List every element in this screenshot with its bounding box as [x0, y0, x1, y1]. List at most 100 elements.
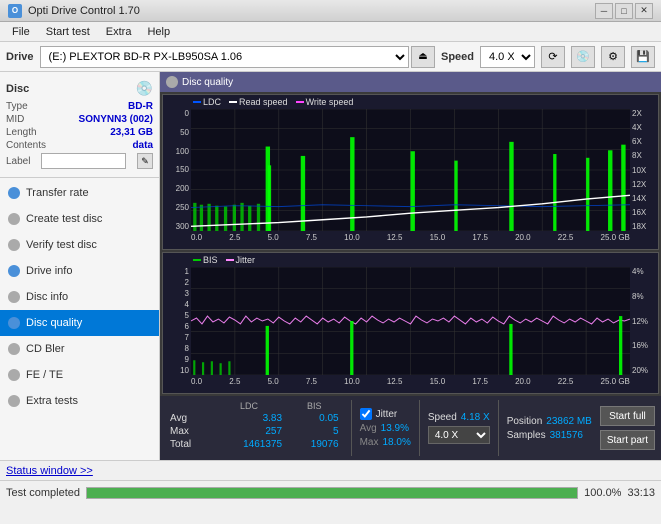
- menu-file[interactable]: File: [4, 24, 38, 40]
- speed-val: 4.18 X: [461, 412, 490, 423]
- disc-mid-val: SONYNN3 (002): [79, 114, 153, 125]
- sidebar: Disc 💿 Type BD-R MID SONYNN3 (002) Lengt…: [0, 72, 160, 460]
- disc-contents-key: Contents: [6, 140, 46, 151]
- status-window-button[interactable]: Status window >>: [6, 465, 93, 477]
- menu-help[interactable]: Help: [139, 24, 178, 40]
- sidebar-item-create-test-disc[interactable]: Create test disc: [0, 206, 159, 232]
- drive-info-icon: [8, 265, 20, 277]
- drive-select[interactable]: (E:) PLEXTOR BD-R PX-LB950SA 1.06: [40, 46, 409, 68]
- progress-bar-fill: [87, 488, 577, 498]
- jitter-checkbox[interactable]: [360, 408, 372, 420]
- max-ldc: 257: [212, 425, 286, 438]
- buttons-section: Start full Start part: [600, 400, 655, 456]
- maximize-button[interactable]: □: [615, 3, 633, 19]
- col-ldc: LDC: [212, 400, 286, 412]
- progress-percentage: 100.0%: [584, 487, 621, 499]
- disc-quality-label: Disc quality: [26, 317, 82, 329]
- disc-quality-icon: [8, 317, 20, 329]
- total-ldc: 1461375: [212, 438, 286, 451]
- drive-select-wrapper: (E:) PLEXTOR BD-R PX-LB950SA 1.06 ⏏: [40, 46, 435, 68]
- avg-ldc: 3.83: [212, 412, 286, 425]
- label-edit-button[interactable]: ✎: [137, 153, 153, 169]
- max-bis: 5: [286, 425, 343, 438]
- position-val: 23862 MB: [546, 416, 592, 427]
- top-chart-plot: [191, 109, 630, 231]
- disc-contents-row: Contents data: [6, 140, 153, 151]
- refresh-button[interactable]: ⟳: [541, 46, 565, 68]
- settings-button[interactable]: ⚙: [601, 46, 625, 68]
- fe-te-icon: [8, 369, 20, 381]
- disc-icon-btn[interactable]: 💿: [571, 46, 595, 68]
- save-button[interactable]: 💾: [631, 46, 655, 68]
- jitter-max-label: Max: [360, 437, 379, 448]
- position-section: Position 23862 MB Samples 381576: [498, 400, 592, 456]
- disc-mid-row: MID SONYNN3 (002): [6, 114, 153, 125]
- total-bis: 19076: [286, 438, 343, 451]
- main-layout: Disc 💿 Type BD-R MID SONYNN3 (002) Lengt…: [0, 72, 661, 460]
- sidebar-item-verify-test-disc[interactable]: Verify test disc: [0, 232, 159, 258]
- menu-extra[interactable]: Extra: [98, 24, 140, 40]
- total-label: Total: [166, 438, 212, 451]
- close-button[interactable]: ✕: [635, 3, 653, 19]
- eject-button[interactable]: ⏏: [411, 46, 435, 68]
- disc-label-key: Label: [6, 156, 30, 167]
- legend-bis: BIS: [193, 255, 218, 265]
- titlebar-controls: ─ □ ✕: [595, 3, 653, 19]
- avg-bis: 0.05: [286, 412, 343, 425]
- elapsed-time: 33:13: [627, 487, 655, 499]
- content-area: Disc quality LDC Read speed Wri: [160, 72, 661, 460]
- stats-total-row: Total 1461375 19076: [166, 438, 343, 451]
- status-text: Test completed: [6, 487, 80, 499]
- sidebar-item-cd-bler[interactable]: CD Bler: [0, 336, 159, 362]
- speed-select[interactable]: 4.0 X 2.0 X 8.0 X: [480, 46, 535, 68]
- start-full-button[interactable]: Start full: [600, 406, 655, 426]
- sidebar-nav: Transfer rate Create test disc Verify te…: [0, 178, 159, 416]
- minimize-button[interactable]: ─: [595, 3, 613, 19]
- sidebar-item-disc-quality[interactable]: Disc quality: [0, 310, 159, 336]
- sidebar-item-extra-tests[interactable]: Extra tests: [0, 388, 159, 414]
- cd-bler-icon: [8, 343, 20, 355]
- legend-read-speed: Read speed: [229, 97, 288, 107]
- bis-dot: [193, 259, 201, 261]
- disc-info-icon: [8, 291, 20, 303]
- legend-write-speed: Write speed: [296, 97, 354, 107]
- bis-label: BIS: [203, 255, 218, 265]
- disc-info-label: Disc info: [26, 291, 68, 303]
- top-chart: LDC Read speed Write speed 300 250 200: [162, 94, 659, 250]
- drive-info-label: Drive info: [26, 265, 72, 277]
- disc-contents-val: data: [132, 140, 153, 151]
- bottom-chart: BIS Jitter 10 9 8 7 6 5 4 3 2: [162, 252, 659, 394]
- transfer-rate-label: Transfer rate: [26, 187, 89, 199]
- sidebar-item-fe-te[interactable]: FE / TE: [0, 362, 159, 388]
- sidebar-item-transfer-rate[interactable]: Transfer rate: [0, 180, 159, 206]
- menu-start-test[interactable]: Start test: [38, 24, 98, 40]
- disc-length-row: Length 23,31 GB: [6, 127, 153, 138]
- position-row: Position 23862 MB: [507, 416, 592, 427]
- create-test-disc-icon: [8, 213, 20, 225]
- legend-jitter: Jitter: [226, 255, 256, 265]
- jitter-dot: [226, 259, 234, 261]
- bottom-chart-plot: [191, 267, 630, 375]
- transfer-rate-icon: [8, 187, 20, 199]
- fe-te-label: FE / TE: [26, 369, 63, 381]
- jitter-header-row: Jitter: [360, 408, 411, 420]
- disc-mid-key: MID: [6, 114, 24, 125]
- titlebar-left: O Opti Drive Control 1.70: [8, 4, 140, 18]
- legend-ldc: LDC: [193, 97, 221, 107]
- start-part-button[interactable]: Start part: [600, 430, 655, 450]
- speed-dropdown[interactable]: 4.0 X: [428, 426, 490, 444]
- read-speed-dot: [229, 101, 237, 103]
- label-input[interactable]: [41, 153, 126, 169]
- menubar: File Start test Extra Help: [0, 22, 661, 42]
- bottom-bar: Status window >>: [0, 460, 661, 480]
- titlebar: O Opti Drive Control 1.70 ─ □ ✕: [0, 0, 661, 22]
- sidebar-item-drive-info[interactable]: Drive info: [0, 258, 159, 284]
- samples-val: 381576: [550, 430, 583, 441]
- bottom-chart-x-axis: 0.0 2.5 5.0 7.5 10.0 12.5 15.0 17.5 20.0…: [191, 375, 630, 393]
- col-empty: [166, 400, 212, 412]
- verify-test-disc-label: Verify test disc: [26, 239, 97, 251]
- position-label: Position: [507, 416, 543, 427]
- sidebar-item-disc-info[interactable]: Disc info: [0, 284, 159, 310]
- read-speed-label: Read speed: [239, 97, 288, 107]
- stats-avg-row: Avg 3.83 0.05: [166, 412, 343, 425]
